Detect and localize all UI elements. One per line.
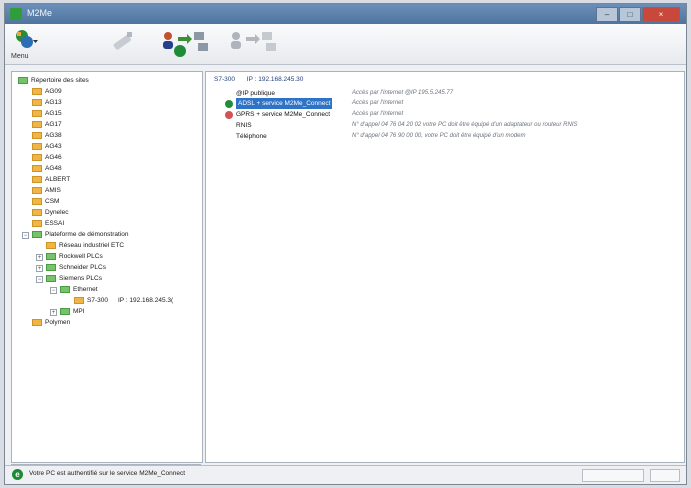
connection-description: Accès par l'Internet (352, 111, 404, 117)
folder-icon (32, 120, 42, 128)
disconnect-icon (113, 32, 132, 50)
folder-icon (32, 208, 42, 216)
device-name: S7-300 (214, 76, 235, 83)
connect-users-button[interactable] (160, 28, 212, 63)
folder-icon (32, 230, 42, 238)
expand-toggle[interactable]: + (36, 254, 43, 261)
window-title: M2Me (27, 8, 53, 18)
window-controls: – □ × (596, 7, 680, 22)
tree-item-ag43[interactable]: AG43 (32, 141, 62, 152)
tree-item-s7-300[interactable]: S7-300 IP : 192.168.245.3( (74, 295, 173, 306)
folder-icon (46, 241, 56, 249)
connection-description: Accès par l'Internet (352, 100, 404, 106)
site-tree[interactable]: Répertoire des sites AG09 AG13 AG15 AG17… (11, 71, 203, 463)
folder-icon (60, 285, 70, 293)
disconnect-button[interactable] (109, 28, 137, 61)
expand-toggle[interactable]: − (22, 232, 29, 239)
connection-panel: S7-300 IP : 192.168.245.30 @IP publique … (205, 71, 685, 463)
ie-status-icon: e (12, 469, 23, 480)
connect-users-icon (163, 32, 208, 57)
folder-icon (32, 142, 42, 150)
expand-toggle[interactable]: − (50, 287, 57, 294)
folder-icon (32, 131, 42, 139)
tree-item-schneider[interactable]: Schneider PLCs (46, 262, 106, 273)
tree-item-reseau[interactable]: Réseau industriel ETC (46, 240, 124, 251)
close-button[interactable]: × (642, 7, 680, 22)
connection-gprs[interactable]: GPRS + service M2Me_Connect (236, 109, 330, 120)
folder-icon (46, 252, 56, 260)
title-bar[interactable]: M2Me – □ × (5, 4, 686, 24)
tree-item-dynelec[interactable]: Dynelec (32, 207, 68, 218)
connection-description: N° d'appel 04 76 90 00 00, votre PC doit… (352, 133, 526, 139)
folder-icon (46, 274, 56, 282)
folder-icon (32, 318, 42, 326)
folder-icon (74, 296, 84, 304)
folder-icon (32, 164, 42, 172)
folder-icon (32, 153, 42, 161)
device-ip-header: IP : 192.168.245.30 (246, 76, 304, 83)
tree-item-ag17[interactable]: AG17 (32, 119, 62, 130)
tree-item-mpi[interactable]: MPI (60, 306, 85, 317)
status-bar: e Votre PC est authentifié sur le servic… (5, 465, 686, 484)
tree-item-plateforme[interactable]: Plateforme de démonstration (32, 229, 128, 240)
folder-icon (32, 175, 42, 183)
connection-rnis[interactable]: RNIS (236, 120, 252, 131)
connection-telephone[interactable]: Téléphone (236, 131, 267, 142)
tree-item-rockwell[interactable]: Rockwell PLCs (46, 251, 103, 262)
expand-toggle[interactable]: − (36, 276, 43, 283)
tree-item-albert[interactable]: ALBERT (32, 174, 70, 185)
minimize-button[interactable]: – (596, 7, 618, 22)
menu-label: Menu (11, 53, 29, 60)
connected-icon (225, 100, 233, 108)
tree-item-ag38[interactable]: AG38 (32, 130, 62, 141)
tree-item-siemens[interactable]: Siemens PLCs (46, 273, 102, 284)
tree-item-ag13[interactable]: AG13 (32, 97, 62, 108)
tree-root[interactable]: Répertoire des sites (18, 75, 89, 86)
folder-icon (32, 87, 42, 95)
maximize-button[interactable]: □ (619, 7, 641, 22)
folder-icon (18, 76, 28, 84)
expand-toggle[interactable]: + (50, 309, 57, 316)
tree-item-amis[interactable]: AMIS (32, 185, 61, 196)
app-icon (10, 8, 22, 20)
status-panel (650, 469, 680, 482)
tree-item-ethernet[interactable]: Ethernet (60, 284, 98, 295)
tree-item-polymen[interactable]: Polymen (32, 317, 70, 328)
toolbar: Menu (5, 24, 686, 65)
expand-toggle[interactable]: + (36, 265, 43, 272)
tree-item-ag15[interactable]: AG15 (32, 108, 62, 119)
connection-adsl[interactable]: ADSL + service M2Me_Connect (236, 98, 333, 109)
connection-description: N° d'appel 04 76 04 20 02 votre PC doit … (352, 122, 578, 128)
transfer-button[interactable] (228, 28, 280, 63)
folder-icon (46, 263, 56, 271)
folder-icon (32, 219, 42, 227)
tree-item-csm[interactable]: CSM (32, 196, 59, 207)
folder-icon (32, 186, 42, 194)
tree-item-ag48[interactable]: AG48 (32, 163, 62, 174)
folder-icon (32, 98, 42, 106)
device-header: S7-300 IP : 192.168.245.30 (214, 76, 303, 83)
app-window: M2Me – □ × Menu Répertoire des sites AG0… (4, 3, 687, 485)
status-panel (582, 469, 644, 482)
tree-item-ag09[interactable]: AG09 (32, 86, 62, 97)
status-text: Votre PC est authentifié sur le service … (29, 470, 186, 477)
transfer-icon (231, 32, 276, 51)
folder-icon (32, 197, 42, 205)
gprs-icon (225, 111, 233, 119)
menu-icon (16, 30, 38, 48)
tree-item-essai[interactable]: ESSAI (32, 218, 64, 229)
device-ip: IP : 192.168.245.3( (117, 297, 174, 304)
folder-icon (60, 307, 70, 315)
folder-icon (32, 109, 42, 117)
tree-item-ag46[interactable]: AG46 (32, 152, 62, 163)
